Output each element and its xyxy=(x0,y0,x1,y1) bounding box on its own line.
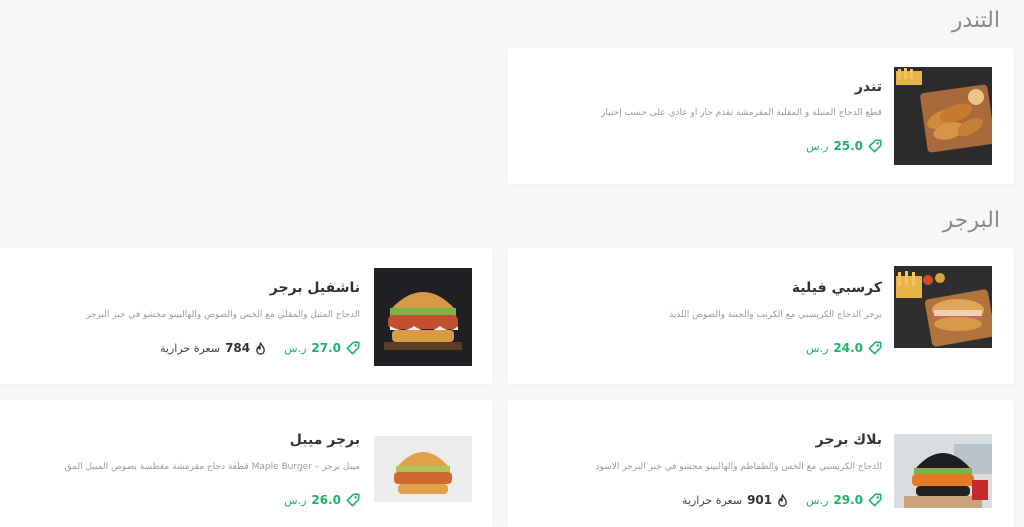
price-value: 26.0 xyxy=(311,493,341,507)
price-value: 24.0 xyxy=(833,341,863,355)
item-meta: 27.0 ر.س 784 سعرة حرارية xyxy=(160,341,360,355)
price-tag-icon xyxy=(868,139,882,153)
section-title-burgers: البرجر xyxy=(942,208,1000,233)
menu-item-card[interactable]: ناشفيل برجر الدجاج المتبل والمقلي مع الخ… xyxy=(0,248,492,384)
item-name: ناشفيل برجر xyxy=(269,280,360,296)
price-tag: 26.0 ر.س xyxy=(284,493,360,507)
price-value: 27.0 xyxy=(311,341,341,355)
item-name: برجر ميبل xyxy=(289,432,360,448)
item-description: الدجاج الكريسبي مع الخس والطماطم والهالب… xyxy=(595,462,883,472)
price-tag: 24.0 ر.س xyxy=(806,341,882,355)
menu-item-card[interactable]: بلاك برجر الدجاج الكريسبي مع الخس والطما… xyxy=(508,400,1014,527)
price-tag: 29.0 ر.س xyxy=(806,493,882,507)
item-meta: 25.0 ر.س xyxy=(806,139,882,153)
calories: 901 سعرة حرارية xyxy=(682,493,788,507)
item-photo xyxy=(894,266,992,348)
flame-icon xyxy=(778,493,787,507)
item-description: برجر الدجاج الكريسبي مع الكرنب والجبنة و… xyxy=(669,310,882,320)
menu-item-card[interactable]: كرسبي فيلية برجر الدجاج الكريسبي مع الكر… xyxy=(508,248,1014,384)
price-tag-icon xyxy=(868,341,882,355)
item-meta: 29.0 ر.س 901 سعرة حرارية xyxy=(682,493,882,507)
calories-value: 901 xyxy=(747,493,773,507)
item-meta: 26.0 ر.س xyxy=(284,493,360,507)
item-meta: 24.0 ر.س xyxy=(806,341,882,355)
price-currency: ر.س xyxy=(806,341,829,355)
item-photo xyxy=(894,67,992,165)
menu-item-card[interactable]: برجر ميبل ميبل برجر – Maple Burger قطعة … xyxy=(0,400,492,527)
calories-label: سعرة حرارية xyxy=(682,493,743,507)
item-name: كرسبي فيلية xyxy=(791,280,882,296)
price-tag: 27.0 ر.س xyxy=(284,341,360,355)
menu-item-card[interactable]: تندر قطع الدجاج المتبلة و المقلية المقرم… xyxy=(508,48,1014,184)
price-tag-icon xyxy=(346,341,360,355)
item-name: تندر xyxy=(854,79,882,95)
price-tag: 25.0 ر.س xyxy=(806,139,882,153)
item-photo xyxy=(374,268,472,366)
price-currency: ر.س xyxy=(284,493,307,507)
price-tag-icon xyxy=(868,493,882,507)
price-value: 25.0 xyxy=(833,139,863,153)
price-currency: ر.س xyxy=(806,493,829,507)
section-title-tenders: التندر xyxy=(951,8,1000,33)
calories: 784 سعرة حرارية xyxy=(160,341,266,355)
flame-icon xyxy=(256,341,265,355)
price-value: 29.0 xyxy=(833,493,863,507)
price-currency: ر.س xyxy=(284,341,307,355)
price-tag-icon xyxy=(346,493,360,507)
item-description: ميبل برجر – Maple Burger قطعة دجاج مقرمش… xyxy=(64,462,360,472)
item-photo xyxy=(894,434,992,508)
item-description: الدجاج المتبل والمقلي مع الخس والصوص وال… xyxy=(85,310,360,320)
price-currency: ر.س xyxy=(806,139,829,153)
item-name: بلاك برجر xyxy=(815,432,882,448)
item-photo xyxy=(374,436,472,502)
item-description: قطع الدجاج المتبلة و المقلية المقرمشة تق… xyxy=(601,108,882,118)
calories-value: 784 xyxy=(225,341,251,355)
calories-label: سعرة حرارية xyxy=(160,341,221,355)
